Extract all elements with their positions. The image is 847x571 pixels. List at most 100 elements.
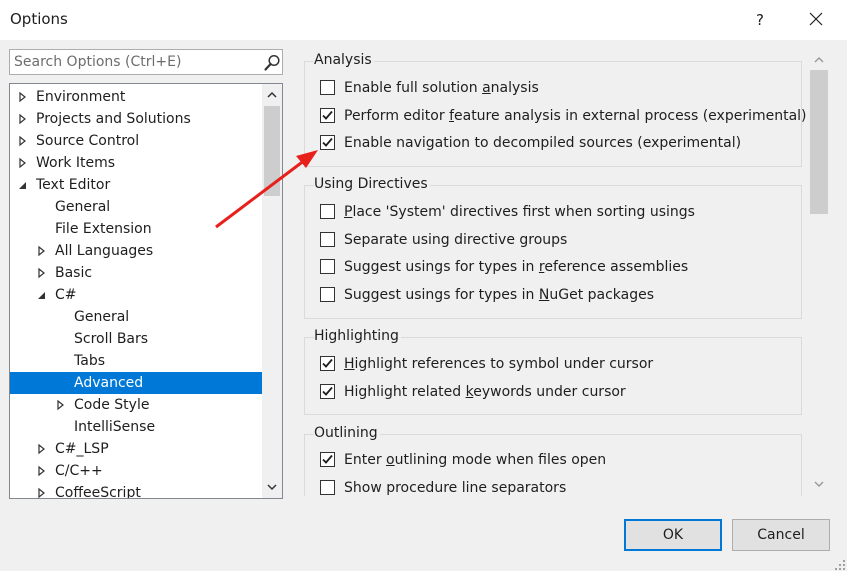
tree-item[interactable]: Projects and Solutions <box>10 108 262 130</box>
tree-item[interactable]: Advanced <box>10 372 262 394</box>
tree-item[interactable]: Tabs <box>10 350 262 372</box>
scroll-up-icon[interactable] <box>262 86 282 104</box>
options-tree[interactable]: Environment Projects and Solutions Source … <box>9 83 283 499</box>
collapsed-triangle-icon[interactable] <box>37 240 49 262</box>
option-label-post: eywords under cursor <box>473 383 626 400</box>
help-button[interactable]: ? <box>740 0 780 40</box>
tree-scroll-thumb[interactable] <box>264 106 280 196</box>
group-using-directives: Using Directives Place 'System' directiv… <box>304 176 802 319</box>
tree-item[interactable]: Scroll Bars <box>10 328 262 350</box>
expanded-triangle-icon[interactable] <box>18 174 30 196</box>
tree-item-label: Basic <box>55 265 93 281</box>
option-label-u: H <box>344 356 355 372</box>
tree-item-label: Tabs <box>74 353 105 369</box>
scroll-up-icon[interactable] <box>806 52 832 68</box>
tree-item-label: C#_LSP <box>55 441 109 457</box>
group-title: Using Directives <box>314 176 430 192</box>
tree-item-label: General <box>74 309 130 325</box>
collapsed-triangle-icon[interactable] <box>18 86 30 108</box>
tree-item-label: File Extension <box>55 221 152 237</box>
checkbox[interactable] <box>320 383 335 399</box>
expanded-triangle-icon[interactable] <box>37 284 49 306</box>
window-title: Options <box>10 10 68 28</box>
option-label-pre: Enable full solution <box>344 80 483 96</box>
option-label-post: eference assemblies <box>544 259 689 276</box>
checkmark-icon <box>322 358 333 368</box>
search-icon[interactable] <box>263 54 281 72</box>
tree-item-label: IntelliSense <box>74 419 156 435</box>
close-button[interactable] <box>793 0 839 40</box>
collapsed-triangle-icon[interactable] <box>18 108 30 130</box>
tree-item[interactable]: Environment <box>10 86 262 108</box>
checkbox[interactable] <box>320 231 335 247</box>
option-label-pre: Show procedure line separators <box>344 479 567 496</box>
checkbox[interactable] <box>320 356 335 371</box>
checkbox[interactable] <box>320 80 335 95</box>
tree-item[interactable]: Basic <box>10 262 262 284</box>
checkbox[interactable] <box>320 452 335 467</box>
group-highlighting: Highlighting Highlight references to sym… <box>304 328 802 415</box>
collapsed-triangle-icon[interactable] <box>37 438 49 460</box>
checkbox[interactable] <box>320 107 335 123</box>
tree-item[interactable]: General <box>10 196 262 218</box>
checkmark-icon <box>322 110 333 120</box>
tree-item-label: Projects and Solutions <box>36 111 191 127</box>
group-title: Analysis <box>314 52 374 68</box>
option-label: Separate using directive groups <box>344 229 567 251</box>
collapsed-triangle-icon[interactable] <box>37 460 49 482</box>
tree-item-label: Code Style <box>74 397 150 413</box>
option-label-pre: Separate using directive groups <box>344 231 568 248</box>
tree-item-label: General <box>55 199 111 215</box>
tree-item[interactable]: Text Editor <box>10 174 262 196</box>
option-label-u: N <box>538 287 550 304</box>
tree-scrollbar[interactable] <box>262 84 282 498</box>
settings-scrollbar[interactable] <box>806 46 832 496</box>
collapsed-triangle-icon[interactable] <box>37 262 49 284</box>
tree-item[interactable]: C# <box>10 284 262 306</box>
search-box[interactable] <box>9 49 283 75</box>
collapsed-triangle-icon[interactable] <box>18 130 30 152</box>
ok-button[interactable]: OK <box>624 519 722 551</box>
option-label: Enable navigation to decompiled sources … <box>344 132 741 154</box>
title-bar: Options ? <box>0 0 847 40</box>
tree-item-label: Environment <box>36 89 126 105</box>
tree-item[interactable]: CoffeeScript <box>10 482 262 498</box>
collapsed-triangle-icon[interactable] <box>37 482 49 498</box>
collapsed-triangle-icon[interactable] <box>56 394 68 416</box>
search-input[interactable] <box>14 53 254 71</box>
tree-item-label: C/C++ <box>55 463 103 479</box>
scroll-down-icon[interactable] <box>806 476 832 492</box>
cancel-button[interactable]: Cancel <box>732 519 830 551</box>
group-title: Highlighting <box>314 328 401 344</box>
resize-grip-icon[interactable] <box>834 559 846 571</box>
settings-scroll-thumb[interactable] <box>810 70 828 214</box>
tree-item[interactable]: Source Control <box>10 130 262 152</box>
option-label-u: a <box>482 80 491 96</box>
option-label: Highlight related keywords under cursor <box>344 381 626 403</box>
checkbox[interactable] <box>320 135 335 150</box>
checkbox[interactable] <box>320 259 335 275</box>
option-label: Perform editor feature analysis in exter… <box>344 105 807 127</box>
tree-item[interactable]: Work Items <box>10 152 262 174</box>
tree-item[interactable]: C#_LSP <box>10 438 262 460</box>
option-label-pre: Perform editor <box>344 107 450 124</box>
tree-item[interactable]: All Languages <box>10 240 262 262</box>
option-label: Highlight references to symbol under cur… <box>344 353 653 375</box>
tree-item[interactable]: Code Style <box>10 394 262 416</box>
collapsed-triangle-icon[interactable] <box>18 152 30 174</box>
option-label-pre: Enable navigation to decompiled sources … <box>344 135 742 151</box>
checkbox[interactable] <box>320 287 335 303</box>
tree-item[interactable]: C/C++ <box>10 460 262 482</box>
tree-item[interactable]: IntelliSense <box>10 416 262 438</box>
option-label: Suggest usings for types in NuGet packag… <box>344 284 654 306</box>
tree-item[interactable]: File Extension <box>10 218 262 240</box>
group-title: Outlining <box>314 425 380 441</box>
tree-item[interactable]: General <box>10 306 262 328</box>
checkbox[interactable] <box>320 204 335 219</box>
scroll-down-icon[interactable] <box>262 478 282 496</box>
tree-item-label: Source Control <box>36 133 140 149</box>
option-label: Enter outlining mode when files open <box>344 449 606 471</box>
option-label: Enable full solution analysis <box>344 77 539 99</box>
checkbox[interactable] <box>320 479 335 495</box>
option-label: Show procedure line separators <box>344 477 566 497</box>
